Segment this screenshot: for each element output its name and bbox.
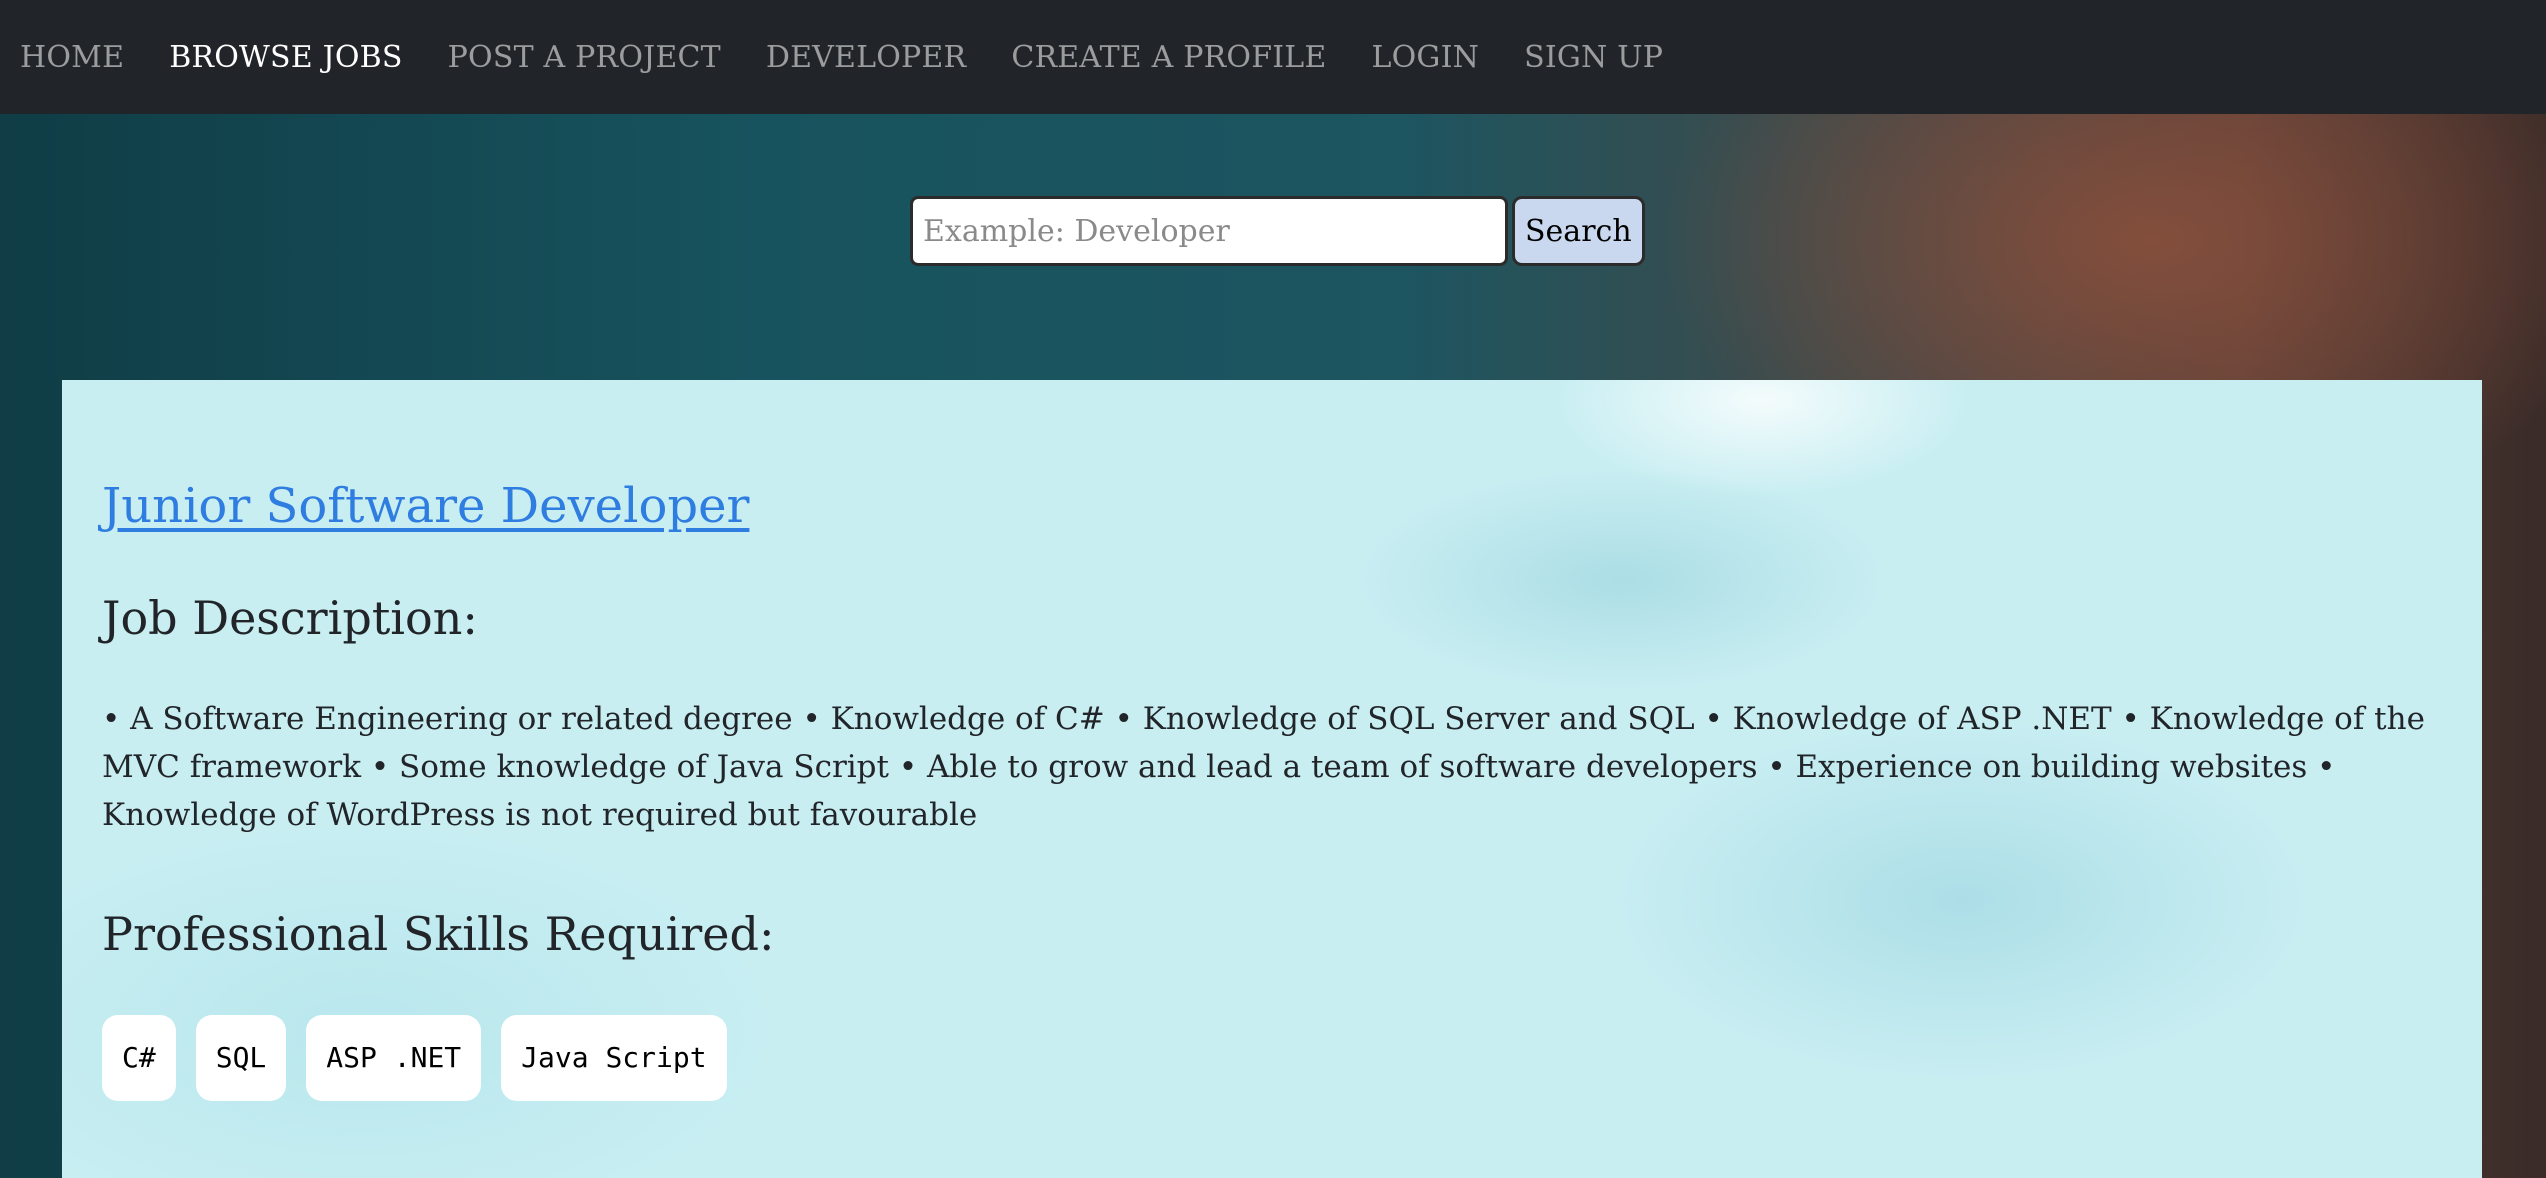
nav-post-a-project[interactable]: POST A PROJECT bbox=[448, 40, 721, 75]
skill-badge-asp-net: ASP .NET bbox=[306, 1014, 482, 1101]
skill-badge-java-script: Java Script bbox=[501, 1014, 727, 1101]
job-title-link[interactable]: Junior Software Developer bbox=[102, 480, 749, 533]
skills-heading: Professional Skills Required: bbox=[102, 907, 775, 962]
job-description-text: • A Software Engineering or related degr… bbox=[102, 701, 2425, 834]
job-description-heading: Job Description: bbox=[102, 590, 478, 645]
skill-badge-csharp: C# bbox=[102, 1014, 176, 1101]
nav-create-a-profile[interactable]: CREATE A PROFILE bbox=[1011, 40, 1326, 75]
nav-home[interactable]: HOME bbox=[20, 40, 124, 75]
search-button[interactable]: Search bbox=[1512, 196, 1645, 266]
nav-browse-jobs[interactable]: BROWSE JOBS bbox=[169, 40, 402, 75]
nav-sign-up[interactable]: SIGN UP bbox=[1524, 40, 1663, 75]
job-card: Junior Software Developer Job Descriptio… bbox=[62, 380, 2482, 1178]
nav-login[interactable]: LOGIN bbox=[1372, 40, 1480, 75]
skill-badge-sql: SQL bbox=[195, 1014, 287, 1101]
nav-developer[interactable]: DEVELOPER bbox=[766, 40, 967, 75]
search-bar: Search bbox=[910, 196, 1645, 266]
top-navbar: HOME BROWSE JOBS POST A PROJECT DEVELOPE… bbox=[0, 0, 2546, 114]
search-input[interactable] bbox=[910, 196, 1508, 266]
skills-list: C# SQL ASP .NET Java Script bbox=[102, 1014, 2442, 1101]
